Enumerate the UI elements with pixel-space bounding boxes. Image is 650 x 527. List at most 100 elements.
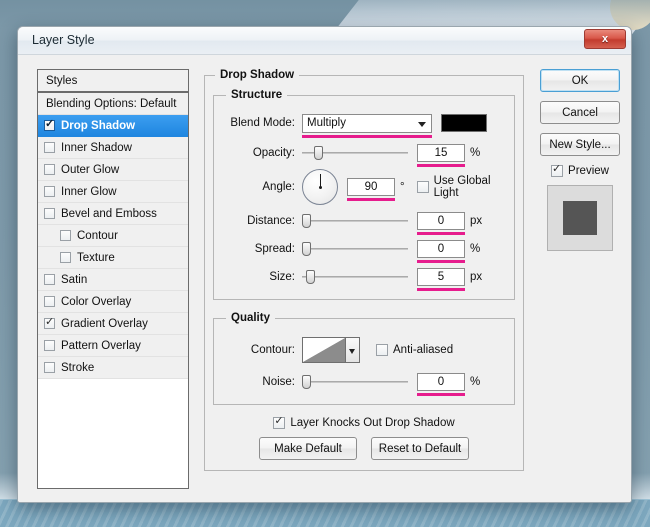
style-enable-checkbox[interactable] [44, 142, 55, 153]
structure-group: Structure Blend Mode: Multiply [213, 89, 515, 300]
style-row[interactable]: Color Overlay [38, 291, 188, 313]
distance-unit: px [470, 215, 482, 227]
distance-slider-track [302, 220, 408, 222]
style-enable-checkbox[interactable] [44, 186, 55, 197]
style-enable-checkbox[interactable] [60, 252, 71, 263]
preview-checkbox[interactable]: Preview [551, 165, 609, 177]
default-buttons: Make Default Reset to Default [213, 437, 515, 460]
blend-mode-label: Blend Mode: [224, 117, 302, 129]
style-row[interactable]: Texture [38, 247, 188, 269]
spread-unit: % [470, 243, 480, 255]
taskbar [0, 499, 650, 527]
style-enable-checkbox[interactable] [44, 362, 55, 373]
layer-style-dialog: Layer Style x Styles Blending Options: D… [17, 26, 632, 503]
size-label: Size: [224, 271, 302, 283]
opacity-slider[interactable] [302, 144, 408, 162]
angle-unit: ° [400, 181, 405, 193]
style-row[interactable]: Pattern Overlay [38, 335, 188, 357]
dialog-body: Styles Blending Options: DefaultDrop Sha… [18, 55, 631, 503]
styles-list[interactable]: Blending Options: Default Drop Shadow Inne… [38, 93, 188, 379]
cancel-button[interactable]: Cancel [540, 101, 620, 124]
style-row-label: Drop Shadow [61, 120, 135, 132]
layer-knocks-out-checkbox[interactable]: Layer Knocks Out Drop Shadow [273, 417, 454, 429]
noise-highlight: 0 [417, 373, 465, 391]
style-row-label: Texture [77, 252, 115, 264]
style-row[interactable]: Inner Glow [38, 181, 188, 203]
distance-row: Distance: 0 px [224, 209, 504, 233]
angle-highlight: 90 [347, 178, 395, 196]
style-row[interactable]: Drop Shadow [38, 115, 188, 137]
contour-row: Contour: Anti-aliased [224, 334, 504, 366]
shadow-color-swatch[interactable] [441, 114, 487, 132]
style-enable-checkbox[interactable] [44, 318, 55, 329]
style-enable-checkbox[interactable] [44, 120, 55, 131]
style-row-label: Inner Glow [61, 186, 117, 198]
style-enable-checkbox[interactable] [44, 296, 55, 307]
make-default-button[interactable]: Make Default [259, 437, 357, 460]
style-row[interactable]: Stroke [38, 357, 188, 379]
blend-mode-value: Multiply [307, 117, 346, 129]
style-row[interactable]: Blending Options: Default [38, 93, 188, 115]
noise-input[interactable]: 0 [417, 373, 465, 391]
size-slider-track [302, 276, 408, 278]
opacity-slider-thumb[interactable] [314, 146, 323, 160]
opacity-input[interactable]: 15 [417, 144, 465, 162]
blend-mode-select[interactable]: Multiply [302, 114, 432, 133]
angle-dial-hub [319, 186, 322, 189]
style-row-label: Color Overlay [61, 296, 131, 308]
style-row[interactable]: Gradient Overlay [38, 313, 188, 335]
style-enable-checkbox[interactable] [44, 274, 55, 285]
anti-aliased-checkbox[interactable]: Anti-aliased [376, 344, 453, 356]
style-row[interactable]: Satin [38, 269, 188, 291]
distance-slider-thumb[interactable] [302, 214, 311, 228]
style-enable-checkbox[interactable] [60, 230, 71, 241]
spread-slider[interactable] [302, 240, 408, 258]
drop-shadow-group: Drop Shadow Structure Blend Mode: Multip… [204, 69, 524, 471]
style-row[interactable]: Outer Glow [38, 159, 188, 181]
style-row-label: Inner Shadow [61, 142, 132, 154]
style-row-label: Stroke [61, 362, 94, 374]
style-row[interactable]: Bevel and Emboss [38, 203, 188, 225]
new-style-button[interactable]: New Style... [540, 133, 620, 156]
use-global-light-box [417, 181, 429, 193]
noise-slider-track [302, 381, 408, 383]
style-enable-checkbox[interactable] [44, 340, 55, 351]
distance-highlight: 0 [417, 212, 465, 230]
distance-slider[interactable] [302, 212, 408, 230]
chevron-down-icon[interactable] [346, 337, 360, 363]
quality-group: Quality Contour: Anti-aliased [213, 312, 515, 405]
close-icon[interactable]: x [584, 29, 626, 49]
spread-slider-thumb[interactable] [302, 242, 311, 256]
distance-input[interactable]: 0 [417, 212, 465, 230]
size-input[interactable]: 5 [417, 268, 465, 286]
preview-thumbnail [547, 185, 613, 251]
size-slider-thumb[interactable] [306, 270, 315, 284]
effect-settings: Drop Shadow Structure Blend Mode: Multip… [204, 69, 524, 471]
angle-row: Angle: 90 ° Use Global Light [224, 165, 504, 209]
style-row[interactable]: Inner Shadow [38, 137, 188, 159]
style-enable-checkbox[interactable] [44, 208, 55, 219]
contour-swatch[interactable] [302, 337, 346, 363]
size-row: Size: 5 px [224, 265, 504, 289]
style-enable-checkbox[interactable] [44, 164, 55, 175]
noise-slider[interactable] [302, 373, 408, 391]
style-row-label: Contour [77, 230, 118, 242]
angle-dial[interactable] [302, 169, 338, 205]
desktop-background: Layer Style x Styles Blending Options: D… [0, 0, 650, 527]
ok-button[interactable]: OK [540, 69, 620, 92]
blend-mode-highlight: Multiply [302, 114, 432, 133]
spread-highlight: 0 [417, 240, 465, 258]
size-slider[interactable] [302, 268, 408, 286]
noise-slider-thumb[interactable] [302, 375, 311, 389]
spread-row: Spread: 0 % [224, 237, 504, 261]
spread-input[interactable]: 0 [417, 240, 465, 258]
use-global-light-checkbox[interactable]: Use Global Light [417, 175, 504, 199]
reset-to-default-button[interactable]: Reset to Default [371, 437, 469, 460]
dialog-title: Layer Style [32, 33, 95, 47]
style-row[interactable]: Contour [38, 225, 188, 247]
preview-label: Preview [568, 165, 609, 177]
opacity-label: Opacity: [224, 147, 302, 159]
contour-picker[interactable] [302, 337, 360, 363]
angle-input[interactable]: 90 [347, 178, 395, 196]
style-row-label: Satin [61, 274, 87, 286]
